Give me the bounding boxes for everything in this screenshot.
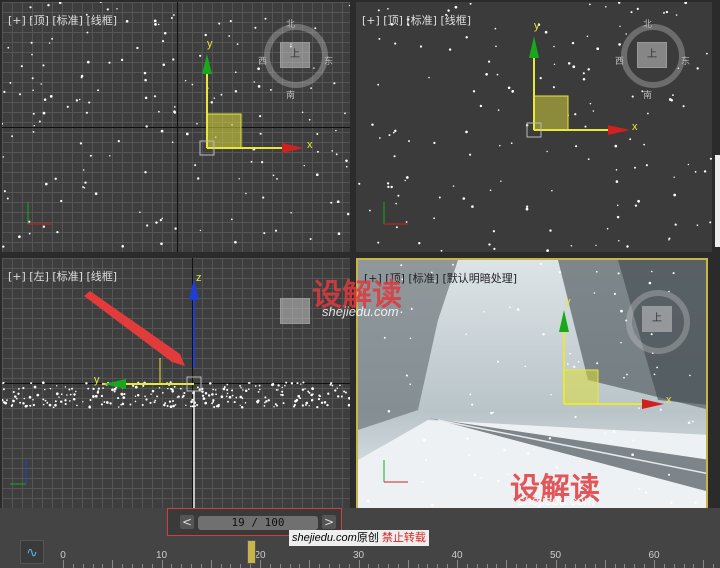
ruler-tick [516,564,518,568]
ruler-tick [457,560,458,568]
ruler-tick [181,564,183,568]
ruler-tick [644,564,646,568]
ruler-tick [693,564,695,568]
ruler-tick [269,564,271,568]
ruler-tick [447,564,449,568]
ruler-tick [555,560,557,568]
ruler-tick [368,564,370,568]
ruler-tick [63,560,64,568]
ruler-tick [250,564,252,568]
ruler-tick [348,564,350,568]
viewport-label[interactable]: [+] [顶] [标准] [线框] [8,12,117,28]
ruler-tick [683,564,685,568]
ruler-tick [260,560,261,568]
viewport-label[interactable]: [+] [左] [标准] [线框] [8,268,117,284]
ruler-tick [92,564,94,568]
ruler-tick [122,564,124,568]
viewport-label[interactable]: [+] [顶] [标准] [线框] [362,12,471,28]
ruler-tick [397,564,399,568]
ruler-tick [171,564,173,568]
prev-frame-button[interactable]: < [180,515,194,529]
ruler-tick [338,564,340,568]
frame-ruler[interactable]: 0 10 20 30 40 50 60 [48,538,720,568]
current-frame-marker[interactable] [247,540,257,564]
ruler-tick [220,564,222,568]
ruler-tick [585,564,587,568]
ruler-tick [525,564,527,568]
ruler-tick [703,560,705,568]
ruler-tick [358,560,360,568]
ruler-tick [407,560,409,568]
ruler-tick [230,564,232,568]
ruler-tick [378,564,380,568]
ruler-tick [279,564,281,568]
viewport-top[interactable]: y x 上 北 西 东 南 [+] [顶] [标准] [线框] [2,2,350,252]
ruler-tick [654,560,655,568]
viewport-left[interactable]: z y [+] [左] [标准] [线框] [2,258,350,508]
ruler-tick [713,564,715,568]
curve-editor-icon[interactable]: ∿ [20,540,44,564]
next-frame-button[interactable]: > [322,515,336,529]
ruler-tick [466,564,468,568]
ruler-tick [72,564,74,568]
frame-counter: 19 / 100 [231,516,285,529]
ruler-tick [575,564,577,568]
ruler-tick [614,564,616,568]
ruler-tick [486,564,488,568]
ruler-tick [112,560,114,568]
ruler-tick [545,564,547,568]
ruler-label: 0 [60,550,66,561]
ruler-tick [161,560,163,568]
world-axis-tripod [10,460,27,485]
time-slider-track[interactable]: 19 / 100 [198,516,318,530]
ruler-tick [82,564,84,568]
watermark-site-top: shejiedu.com [322,304,399,319]
ruler-tick [506,560,508,568]
ruler-label: 50 [549,550,562,561]
ruler-tick [604,560,606,568]
ruler-tick [388,564,390,568]
ruler-tick [210,560,212,568]
ruler-tick [634,564,636,568]
watermark-site-bottom: shejiedu.com [518,493,595,508]
ruler-tick [673,564,675,568]
ruler-tick [131,564,133,568]
ruler-tick [535,564,537,568]
ruler-tick [496,564,498,568]
world-axis-tripod [27,202,52,225]
ruler-tick [299,564,301,568]
ruler-tick [663,564,665,568]
ruler-tick [417,564,419,568]
ruler-tick [328,564,330,568]
ruler-tick [289,564,291,568]
ruler-label: 60 [648,550,660,561]
ruler-tick [200,564,202,568]
ruler-tick [191,564,193,568]
ruler-tick [102,564,104,568]
ruler-tick [476,564,478,568]
ruler-tick [240,564,242,568]
ruler-tick [565,564,567,568]
ruler-label: 10 [155,550,168,561]
ruler-tick [427,564,429,568]
ruler-tick [319,564,321,568]
ruler-tick [594,564,596,568]
viewport-front[interactable]: y x 上 北 西 东 南 [+] [顶] [标准] [线框] [356,2,712,252]
ruler-tick [437,564,439,568]
ruler-label: 40 [451,550,463,561]
ruler-label: 30 [352,550,365,561]
ruler-tick [309,560,311,568]
ruler-tick [141,564,143,568]
world-axis-tripod [383,202,408,225]
scroll-strip[interactable] [715,155,720,247]
ruler-tick [624,564,626,568]
ruler-tick [151,564,153,568]
